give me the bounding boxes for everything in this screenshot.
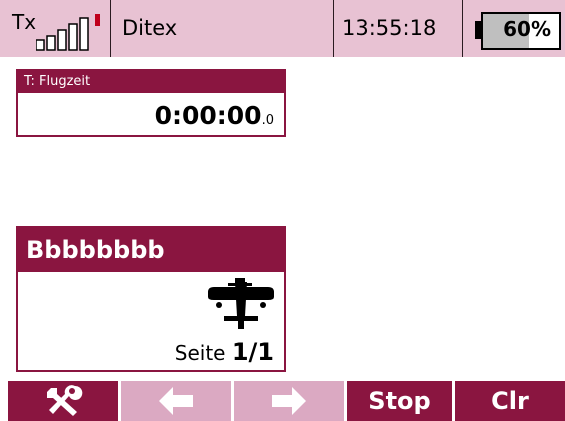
softkey-bar: Stop Clr (0, 381, 565, 421)
airplane-icon (208, 278, 274, 329)
prev-page-button[interactable] (121, 381, 231, 421)
stop-button[interactable]: Stop (347, 381, 452, 421)
page-number: 1/1 (231, 338, 274, 366)
clear-button[interactable]: Clr (455, 381, 565, 421)
tools-button[interactable] (8, 381, 118, 421)
status-bar: Tx Ditex 13:55:18 60% (0, 0, 565, 57)
model-header: Bbbbbbbb (18, 228, 284, 272)
status-divider (462, 0, 463, 57)
next-page-button[interactable] (234, 381, 344, 421)
status-divider (110, 0, 111, 57)
timer-header: T: Flugzeit (18, 71, 284, 93)
timer-label: T: Flugzeit (24, 74, 91, 89)
signal-strength-icon (36, 14, 100, 51)
clock: 13:55:18 (342, 16, 437, 40)
timer-widget[interactable]: T: Flugzeit 0:00:00.0 (16, 69, 286, 137)
timer-fraction: .0 (261, 113, 274, 128)
arrow-right-icon (272, 387, 306, 415)
model-title: Ditex (122, 16, 178, 40)
tx-label: Tx (12, 10, 37, 34)
model-name: Bbbbbbbb (26, 236, 165, 264)
tools-icon (47, 385, 83, 416)
timer-value: 0:00:00.0 (155, 101, 274, 130)
battery-percent: 60% (503, 17, 551, 41)
battery-indicator: 60% (475, 12, 561, 50)
arrow-left-icon (159, 387, 193, 415)
model-widget[interactable]: Bbbbbbbb Seite 1/1 (16, 226, 286, 372)
page-label: Seite (174, 341, 226, 365)
page-indicator: Seite 1/1 (175, 338, 274, 366)
timer-main: 0:00:00 (154, 101, 262, 130)
status-divider (333, 0, 334, 57)
